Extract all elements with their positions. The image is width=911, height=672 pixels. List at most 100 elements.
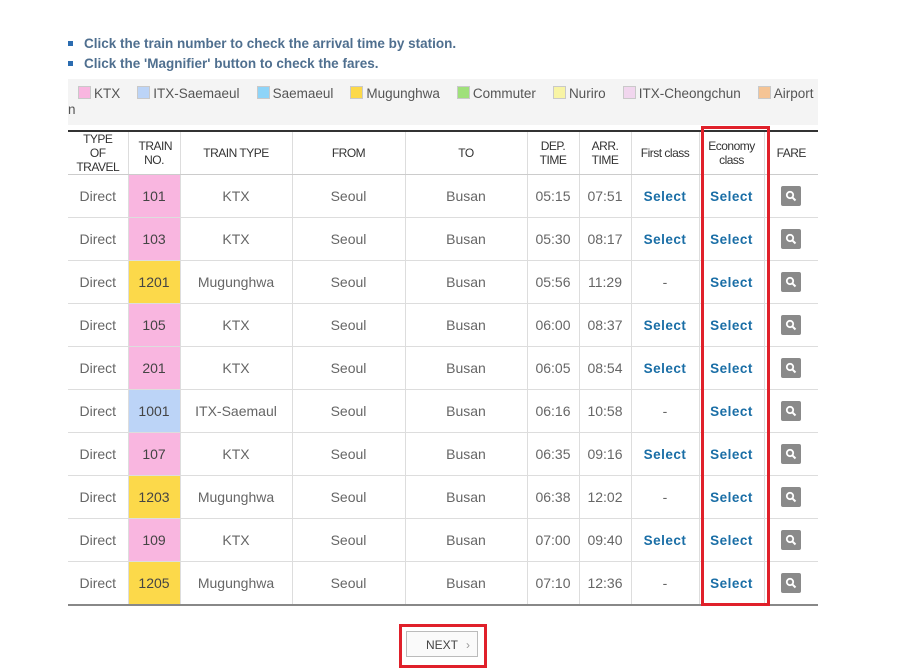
legend-item: Saemaeul [247,84,333,104]
first-class-cell: Select [631,174,700,218]
dep-time-cell: 07:10 [527,561,580,605]
col-train-type: TRAIN TYPE [180,131,293,175]
arr-time-cell: 11:29 [579,260,632,304]
magnifier-icon[interactable] [781,530,802,550]
train-no-cell[interactable]: 1203 [128,475,181,519]
economy-class-cell: Select [699,518,765,562]
type-cell: Direct [68,475,129,519]
legend-label: Nuriro [568,86,606,101]
train-no-cell[interactable]: 109 [128,518,181,562]
magnifier-icon[interactable] [781,444,802,464]
first-class-unavailable: - [662,274,668,290]
first-class-cell: - [631,475,700,519]
dep-time-cell: 05:15 [527,174,580,218]
first-class-unavailable: - [662,489,668,505]
col-train-no: TRAIN NO. [128,131,181,175]
type-cell: Direct [68,217,129,261]
to-cell: Busan [405,217,528,261]
train-type-legend: KTX ITX-Saemaeul Saemaeul Mugunghwa Commuter… [68,79,818,125]
from-cell: Seoul [292,260,406,304]
legend-swatch [137,86,151,99]
magnifier-icon[interactable] [781,573,802,593]
fare-cell [764,217,818,261]
legend-item: Commuter [447,84,536,104]
fare-cell [764,346,818,390]
magnifier-icon[interactable] [781,401,802,421]
legend-swatch [350,86,364,99]
arr-time-cell: 08:17 [579,217,632,261]
economy-class-select-button[interactable]: Select [710,232,753,247]
economy-class-select-button[interactable]: Select [710,533,753,548]
first-class-unavailable: - [662,575,668,591]
magnifier-icon[interactable] [781,358,802,378]
train-no-cell[interactable]: 107 [128,432,181,476]
first-class-select-button[interactable]: Select [644,232,687,247]
magnifier-icon[interactable] [781,487,802,507]
economy-class-select-button[interactable]: Select [710,490,753,505]
fare-cell [764,389,818,433]
table-row: Direct 105 KTX Seoul Busan 06:00 08:37 Select Se… [68,303,818,347]
train-no-cell[interactable]: 101 [128,174,181,218]
economy-class-select-button[interactable]: Select [710,361,753,376]
train-type-cell: Mugunghwa [180,260,293,304]
economy-class-cell: Select [699,389,765,433]
train-no-cell[interactable]: 105 [128,303,181,347]
dep-time-cell: 06:05 [527,346,580,390]
legend-row: KTX ITX-Saemaeul Saemaeul Mugunghwa Commuter… [68,84,818,104]
economy-class-select-button[interactable]: Select [710,189,753,204]
chevron-right-icon: › [466,638,470,652]
train-no-cell[interactable]: 201 [128,346,181,390]
legend-item: Airport Express Trai [748,84,818,104]
train-type-cell: Mugunghwa [180,475,293,519]
next-button[interactable]: NEXT › [406,631,478,657]
dep-time-cell: 05:56 [527,260,580,304]
from-cell: Seoul [292,518,406,562]
train-type-cell: KTX [180,174,293,218]
dep-time-cell: 06:16 [527,389,580,433]
magnifier-icon[interactable] [781,272,802,292]
note-text: Click the train number to check the arri… [84,36,457,51]
legend-item: ITX-Cheongchun [613,84,741,104]
economy-class-select-button[interactable]: Select [710,275,753,290]
train-no-cell[interactable]: 1001 [128,389,181,433]
col-to: TO [405,131,528,175]
economy-class-cell: Select [699,475,765,519]
first-class-cell: - [631,260,700,304]
economy-class-select-button[interactable]: Select [710,447,753,462]
arr-time-cell: 12:36 [579,561,632,605]
legend-label: Airport Express Trai [773,86,818,101]
economy-class-select-button[interactable]: Select [710,576,753,591]
train-no-cell[interactable]: 103 [128,217,181,261]
fare-cell [764,518,818,562]
legend-swatch [456,86,470,99]
train-type-cell: KTX [180,217,293,261]
economy-class-select-button[interactable]: Select [710,318,753,333]
col-from: FROM [292,131,406,175]
to-cell: Busan [405,303,528,347]
table-row: Direct 109 KTX Seoul Busan 07:00 09:40 Select Se… [68,518,818,562]
type-cell: Direct [68,260,129,304]
fare-cell [764,303,818,347]
train-no-cell[interactable]: 1201 [128,260,181,304]
first-class-select-button[interactable]: Select [644,533,687,548]
first-class-select-button[interactable]: Select [644,318,687,333]
magnifier-icon[interactable] [781,229,802,249]
train-no-cell[interactable]: 1205 [128,561,181,605]
first-class-select-button[interactable]: Select [644,361,687,376]
table-row: Direct 101 KTX Seoul Busan 05:15 07:51 Select Se… [68,174,818,218]
magnifier-icon[interactable] [781,315,802,335]
economy-class-cell: Select [699,260,765,304]
first-class-select-button[interactable]: Select [644,189,687,204]
from-cell: Seoul [292,346,406,390]
fare-cell [764,432,818,476]
first-class-cell: - [631,561,700,605]
to-cell: Busan [405,432,528,476]
from-cell: Seoul [292,174,406,218]
economy-class-cell: Select [699,217,765,261]
dep-time-cell: 06:38 [527,475,580,519]
first-class-select-button[interactable]: Select [644,447,687,462]
legend-label: Commuter [472,86,536,101]
economy-class-select-button[interactable]: Select [710,404,753,419]
economy-class-cell: Select [699,303,765,347]
magnifier-icon[interactable] [781,186,802,206]
